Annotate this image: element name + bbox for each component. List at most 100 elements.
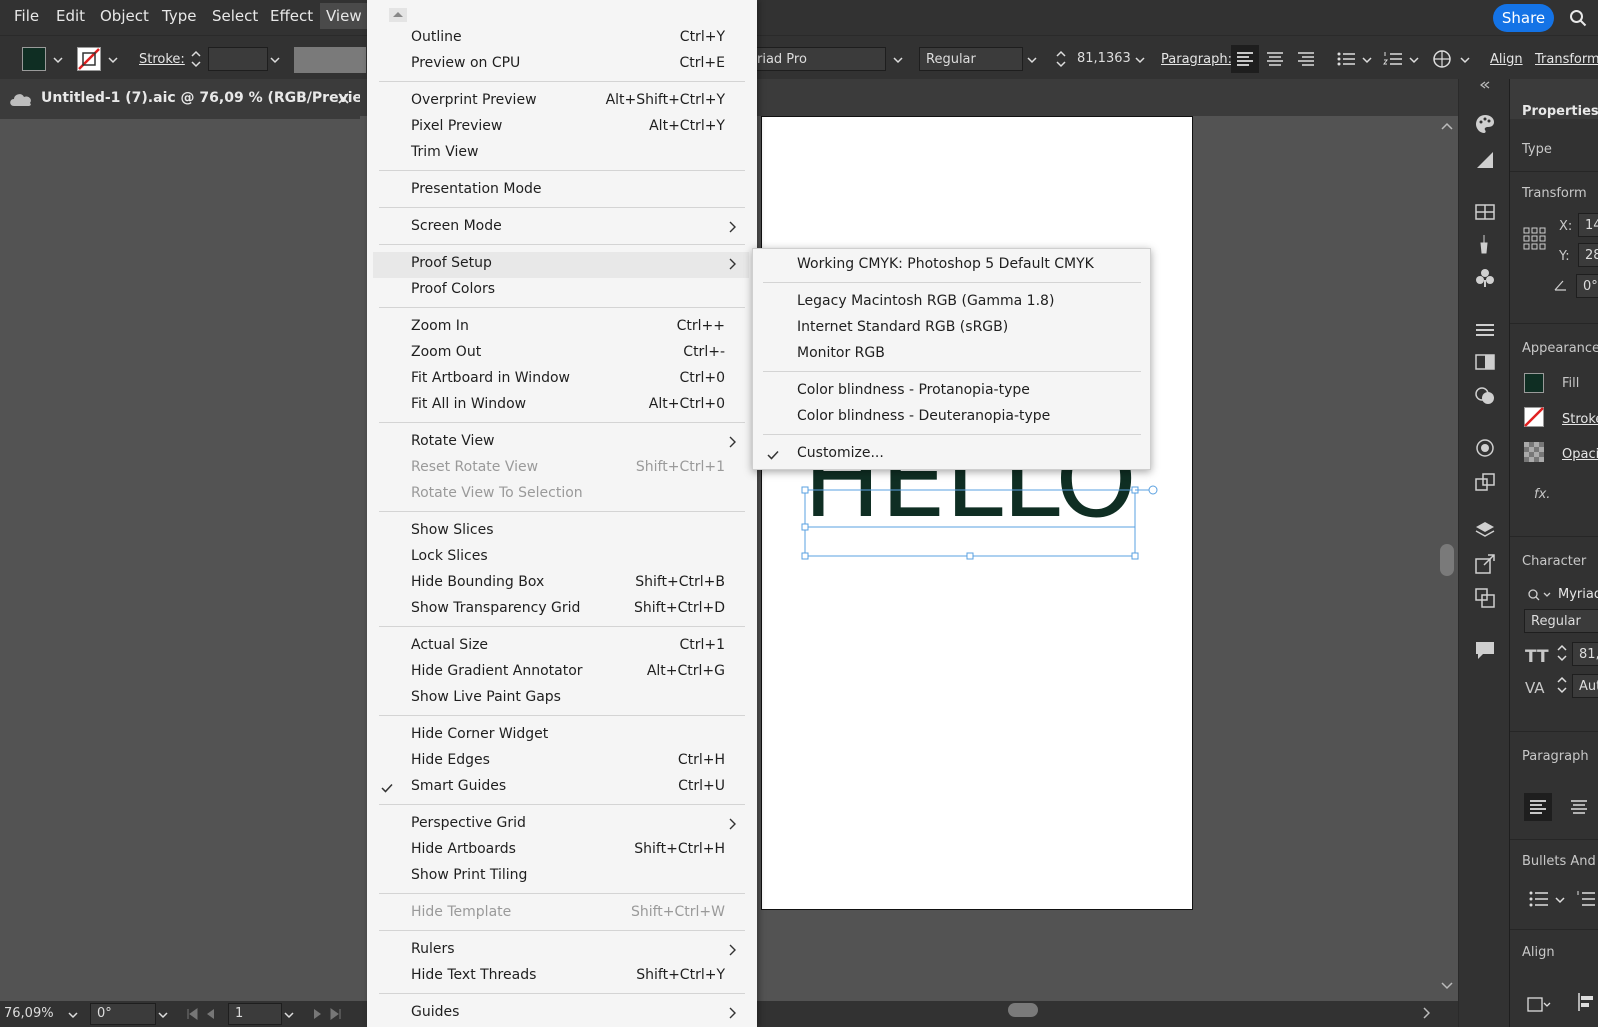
menu-item-proof-colors[interactable]: Proof Colors xyxy=(411,281,495,297)
opacity-link[interactable]: Opacity xyxy=(1562,447,1598,462)
menu-item-hide-corner-widget[interactable]: Hide Corner Widget xyxy=(411,726,548,742)
chevron-down-icon[interactable] xyxy=(1409,55,1419,65)
appearance-icon[interactable] xyxy=(1474,437,1496,459)
menu-scroll-up-icon[interactable] xyxy=(389,8,407,22)
menu-item-show-slices[interactable]: Show Slices xyxy=(411,522,494,538)
fill-swatch[interactable] xyxy=(22,47,46,71)
menu-object[interactable]: Object xyxy=(100,7,149,25)
search-icon[interactable] xyxy=(1569,9,1587,27)
menu-item-proof-setup[interactable]: Proof Setup xyxy=(411,255,492,271)
zoom-level[interactable]: 76,09% xyxy=(4,1006,54,1021)
graphic-styles-icon[interactable] xyxy=(1474,471,1496,493)
menu-item-rotate-view[interactable]: Rotate View xyxy=(411,433,495,449)
menu-item-zoom-in[interactable]: Zoom In xyxy=(411,318,469,334)
font-size-field[interactable]: 81,1363 xyxy=(1071,47,1135,71)
chevron-down-icon[interactable] xyxy=(158,1010,168,1020)
menu-edit[interactable]: Edit xyxy=(56,7,85,25)
submenu-item-customize[interactable]: Customize... xyxy=(797,445,884,461)
font-size-stepper-icon[interactable] xyxy=(1055,48,1067,70)
menu-item-show-live-paint-gaps[interactable]: Show Live Paint Gaps xyxy=(411,689,561,705)
close-icon[interactable] xyxy=(338,93,349,104)
submenu-item-internet-standard-rgb[interactable]: Internet Standard RGB (sRGB) xyxy=(797,319,1008,335)
menu-file[interactable]: File xyxy=(14,7,39,25)
menu-item-rulers[interactable]: Rulers xyxy=(411,941,455,957)
menu-item-perspective-grid[interactable]: Perspective Grid xyxy=(411,815,526,831)
recolor-icon[interactable] xyxy=(1429,46,1455,72)
brushes-icon[interactable] xyxy=(1474,233,1496,255)
export-icon[interactable] xyxy=(1474,553,1496,575)
fill-swatch-panel[interactable] xyxy=(1524,373,1544,393)
chevron-down-icon[interactable] xyxy=(270,55,280,65)
chevron-down-icon[interactable] xyxy=(108,55,118,65)
menu-type[interactable]: Type xyxy=(162,7,196,25)
bullets-icon[interactable] xyxy=(1334,46,1360,72)
document-tab[interactable]: Untitled-1 (7).aic @ 76,09 % (RGB/Previe… xyxy=(0,79,381,119)
menu-item-trim-view[interactable]: Trim View xyxy=(411,144,478,160)
no-stroke-icon[interactable] xyxy=(1524,407,1544,427)
stroke-label[interactable]: Stroke: xyxy=(139,52,185,67)
font-family-field[interactable]: riad Pro xyxy=(750,47,886,71)
bullets-icon[interactable] xyxy=(1528,889,1552,909)
panel-align-left-button[interactable] xyxy=(1524,793,1552,821)
menu-item-zoom-out[interactable]: Zoom Out xyxy=(411,344,481,360)
stroke-stepper-icon[interactable] xyxy=(190,48,202,70)
chevron-down-icon[interactable] xyxy=(53,55,63,65)
leading-stepper-icon[interactable] xyxy=(1556,674,1568,696)
symbols-icon[interactable] xyxy=(1474,267,1496,289)
chevron-down-icon[interactable] xyxy=(1027,55,1037,65)
menu-item-actual-size[interactable]: Actual Size xyxy=(411,637,488,653)
font-size-stepper-icon[interactable] xyxy=(1556,642,1568,664)
transform-link[interactable]: Transform xyxy=(1535,52,1598,67)
chevron-down-icon[interactable] xyxy=(284,1010,294,1020)
menu-item-presentation-mode[interactable]: Presentation Mode xyxy=(411,181,542,197)
next-last-artboard-icon[interactable] xyxy=(306,1007,342,1021)
menu-item-show-transparency-grid[interactable]: Show Transparency Grid xyxy=(411,600,580,616)
menu-item-hide-gradient-annotator[interactable]: Hide Gradient Annotator xyxy=(411,663,583,679)
chevron-down-icon[interactable] xyxy=(68,1010,78,1020)
stroke-link[interactable]: Stroke xyxy=(1562,412,1598,427)
first-previous-artboard-icon[interactable] xyxy=(186,1007,222,1021)
chevron-down-icon[interactable] xyxy=(1555,895,1565,905)
scroll-thumb[interactable] xyxy=(1440,544,1454,576)
align-left-edges-icon[interactable] xyxy=(1576,991,1598,1013)
color-palette-icon[interactable] xyxy=(1474,113,1496,135)
submenu-item-monitor-rgb[interactable]: Monitor RGB xyxy=(797,345,885,361)
y-field[interactable]: 28 xyxy=(1578,243,1598,267)
stroke-weight-field[interactable] xyxy=(208,47,268,71)
scroll-up-icon[interactable] xyxy=(1441,122,1453,130)
chevron-down-icon[interactable] xyxy=(1460,55,1470,65)
stroke-panel-icon[interactable] xyxy=(1474,319,1496,341)
chevron-down-icon[interactable] xyxy=(1362,55,1372,65)
align-left-button[interactable] xyxy=(1231,45,1259,73)
rotate-field[interactable]: 0° xyxy=(1576,274,1598,298)
chevron-down-icon[interactable] xyxy=(893,55,903,65)
menu-effect[interactable]: Effect xyxy=(270,7,313,25)
submenu-item-legacy-mac-rgb[interactable]: Legacy Macintosh RGB (Gamma 1.8) xyxy=(797,293,1054,309)
menu-select[interactable]: Select xyxy=(212,7,258,25)
menu-item-show-print-tiling[interactable]: Show Print Tiling xyxy=(411,867,527,883)
reference-point-icon[interactable] xyxy=(1523,227,1547,251)
menu-item-guides[interactable]: Guides xyxy=(411,1004,459,1020)
leading-field[interactable]: Auto xyxy=(1572,674,1598,698)
scroll-down-icon[interactable] xyxy=(1441,982,1453,990)
vertical-scrollbar[interactable] xyxy=(1436,116,1458,996)
menu-item-outline[interactable]: Outline xyxy=(411,29,462,45)
stroke-swatch[interactable] xyxy=(77,47,101,71)
layers-icon[interactable] xyxy=(1474,519,1496,541)
gradient-icon[interactable] xyxy=(1474,149,1496,171)
horizontal-scroll-thumb[interactable] xyxy=(1008,1003,1038,1017)
menu-item-smart-guides[interactable]: Smart Guides xyxy=(411,778,506,794)
share-button[interactable]: Share xyxy=(1493,4,1554,32)
comments-icon[interactable] xyxy=(1474,639,1496,661)
menu-item-lock-slices[interactable]: Lock Slices xyxy=(411,548,488,564)
paragraph-label[interactable]: Paragraph: xyxy=(1161,52,1232,67)
artboard-number-field[interactable]: 1 xyxy=(228,1003,282,1025)
fx-button[interactable]: fx. xyxy=(1534,487,1550,502)
font-search-icon[interactable] xyxy=(1528,588,1554,602)
align-right-icon[interactable] xyxy=(1292,45,1320,73)
menu-item-hide-bounding-box[interactable]: Hide Bounding Box xyxy=(411,574,544,590)
submenu-item-deuteranopia[interactable]: Color blindness - Deuteranopia-type xyxy=(797,408,1050,424)
menu-item-hide-artboards[interactable]: Hide Artboards xyxy=(411,841,516,857)
font-family-value[interactable]: Myriad P xyxy=(1558,587,1598,602)
align-link[interactable]: Align xyxy=(1490,52,1523,67)
